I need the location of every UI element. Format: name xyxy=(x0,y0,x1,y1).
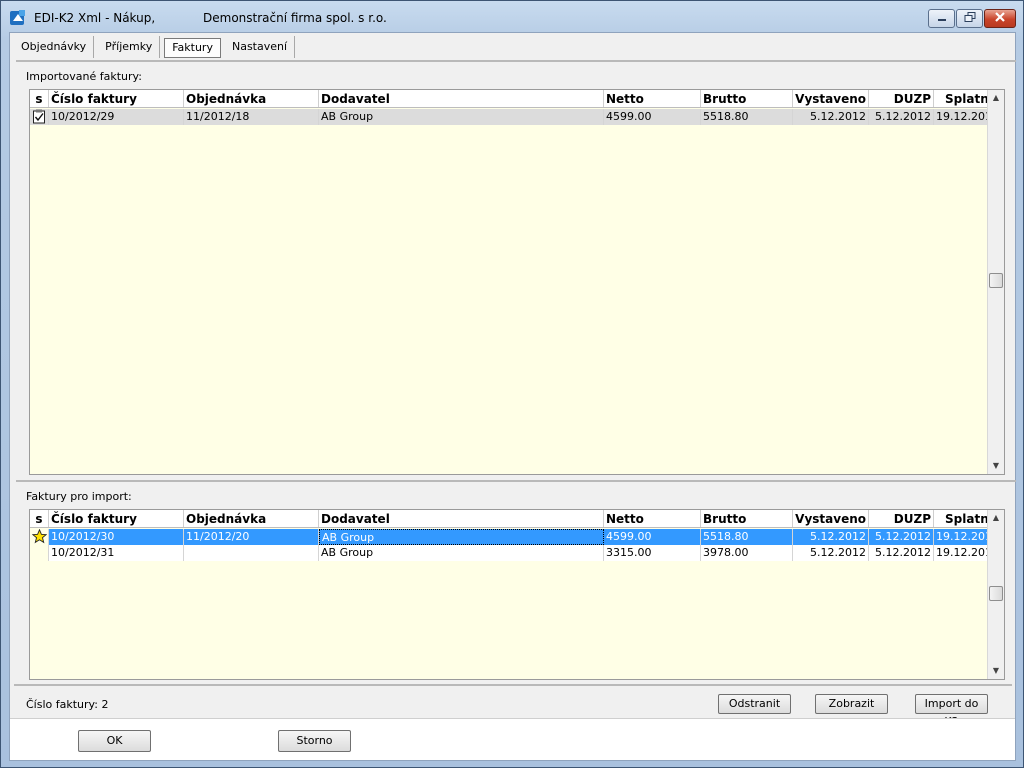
col-dodavatel[interactable]: Dodavatel xyxy=(319,90,604,107)
imported-scrollbar[interactable]: ▲ ▼ xyxy=(987,90,1004,474)
cell-objednavka: 11/2012/20 xyxy=(184,529,319,545)
zobrazit-button[interactable]: Zobrazit xyxy=(815,694,888,714)
cell-vystaveno: 5.12.2012 xyxy=(793,529,869,545)
status-bar: Číslo faktury: 2 Odstranit Zobrazit Impo… xyxy=(14,684,1012,728)
tab-objednavky[interactable]: Objednávky xyxy=(14,36,95,58)
to-import-scrollbar[interactable]: ▲ ▼ xyxy=(987,510,1004,679)
cell-brutto: 3978.00 xyxy=(701,545,793,561)
import-button[interactable]: Import do K2 xyxy=(915,694,988,728)
star-icon xyxy=(31,529,48,545)
col-netto[interactable]: Netto xyxy=(604,90,701,107)
col-cislo[interactable]: Číslo faktury xyxy=(49,90,184,107)
app-icon xyxy=(9,9,27,27)
to-import-grid: s Číslo faktury Objednávka Dodavatel Net… xyxy=(29,509,1005,680)
to-import-group: Faktury pro import: s Číslo faktury Obje… xyxy=(16,480,1016,684)
cell-netto: 4599.00 xyxy=(604,109,701,125)
invoice-count: Číslo faktury: 2 xyxy=(26,698,109,711)
scroll-down-icon[interactable]: ▼ xyxy=(988,663,1004,679)
title-bar[interactable]: EDI-K2 Xml - Nákup, Demonstrační firma s… xyxy=(1,1,1023,33)
scroll-up-icon[interactable]: ▲ xyxy=(988,510,1004,526)
dialog-button-bar: OK Storno xyxy=(10,718,1015,760)
col-netto[interactable]: Netto xyxy=(604,510,701,527)
close-icon xyxy=(994,12,1006,25)
col-brutto[interactable]: Brutto xyxy=(701,510,793,527)
tab-nastaveni[interactable]: Nastavení xyxy=(225,36,296,58)
cell-dodavatel-focused[interactable]: AB Group xyxy=(319,529,604,545)
cell-objednavka: 11/2012/18 xyxy=(184,109,319,125)
scroll-down-icon[interactable]: ▼ xyxy=(988,458,1004,474)
cell-cislo: 10/2012/31 xyxy=(49,545,184,561)
close-button[interactable] xyxy=(984,9,1016,28)
table-row[interactable]: 10/2012/31 AB Group 3315.00 3978.00 5.12… xyxy=(30,545,1000,561)
col-objednavka[interactable]: Objednávka xyxy=(184,90,319,107)
col-objednavka[interactable]: Objednávka xyxy=(184,510,319,527)
window-title: EDI-K2 Xml - Nákup, xyxy=(34,11,156,25)
restore-button[interactable] xyxy=(956,9,983,28)
to-import-label: Faktury pro import: xyxy=(26,490,132,503)
to-import-grid-header: s Číslo faktury Objednávka Dodavatel Net… xyxy=(30,510,1000,528)
checked-clipboard-icon xyxy=(32,109,46,125)
imported-group: Importované faktury: s Číslo faktury Obj… xyxy=(16,60,1016,476)
status-cell xyxy=(30,109,49,125)
cell-duzp: 5.12.2012 xyxy=(869,529,934,545)
cell-cislo: 10/2012/29 xyxy=(49,109,184,125)
cell-netto: 4599.00 xyxy=(604,529,701,545)
storno-button[interactable]: Storno xyxy=(278,730,351,752)
cell-objednavka xyxy=(184,545,319,561)
table-row[interactable]: 10/2012/29 11/2012/18 AB Group 4599.00 5… xyxy=(30,109,1000,125)
window-frame: EDI-K2 Xml - Nákup, Demonstrační firma s… xyxy=(0,0,1024,768)
cell-vystaveno: 5.12.2012 xyxy=(793,545,869,561)
cell-netto: 3315.00 xyxy=(604,545,701,561)
col-vystaveno[interactable]: Vystaveno xyxy=(793,510,869,527)
table-row-selected[interactable]: 10/2012/30 11/2012/20 AB Group 4599.00 5… xyxy=(30,529,1000,545)
client-area: Objednávky Příjemky Faktury Nastavení Im… xyxy=(9,32,1016,761)
tab-faktury[interactable]: Faktury xyxy=(164,38,221,58)
restore-icon xyxy=(964,12,976,25)
scroll-thumb[interactable] xyxy=(989,273,1003,288)
status-cell xyxy=(30,545,49,561)
col-s[interactable]: s xyxy=(30,90,49,107)
minimize-icon xyxy=(937,12,947,25)
status-cell xyxy=(30,529,49,545)
scroll-thumb[interactable] xyxy=(989,586,1003,601)
odstranit-button[interactable]: Odstranit xyxy=(718,694,791,714)
cell-duzp: 5.12.2012 xyxy=(869,545,934,561)
col-cislo[interactable]: Číslo faktury xyxy=(49,510,184,527)
imported-grid-header: s Číslo faktury Objednávka Dodavatel Net… xyxy=(30,90,1000,108)
cell-brutto: 5518.80 xyxy=(701,109,793,125)
tab-bar: Objednávky Příjemky Faktury Nastavení xyxy=(14,36,299,60)
col-dodavatel[interactable]: Dodavatel xyxy=(319,510,604,527)
col-duzp[interactable]: DUZP xyxy=(869,90,934,107)
company-name: Demonstrační firma spol. s r.o. xyxy=(203,11,387,25)
cell-dodavatel: AB Group xyxy=(319,545,604,561)
col-brutto[interactable]: Brutto xyxy=(701,90,793,107)
imported-grid: s Číslo faktury Objednávka Dodavatel Net… xyxy=(29,89,1005,475)
cell-duzp: 5.12.2012 xyxy=(869,109,934,125)
tab-prijemky[interactable]: Příjemky xyxy=(98,36,161,58)
cell-vystaveno: 5.12.2012 xyxy=(793,109,869,125)
col-duzp[interactable]: DUZP xyxy=(869,510,934,527)
cell-dodavatel: AB Group xyxy=(319,109,604,125)
col-s[interactable]: s xyxy=(30,510,49,527)
cell-brutto: 5518.80 xyxy=(701,529,793,545)
scroll-up-icon[interactable]: ▲ xyxy=(988,90,1004,106)
ok-button[interactable]: OK xyxy=(78,730,151,752)
cell-cislo: 10/2012/30 xyxy=(49,529,184,545)
imported-label: Importované faktury: xyxy=(26,70,142,83)
minimize-button[interactable] xyxy=(928,9,955,28)
col-vystaveno[interactable]: Vystaveno xyxy=(793,90,869,107)
